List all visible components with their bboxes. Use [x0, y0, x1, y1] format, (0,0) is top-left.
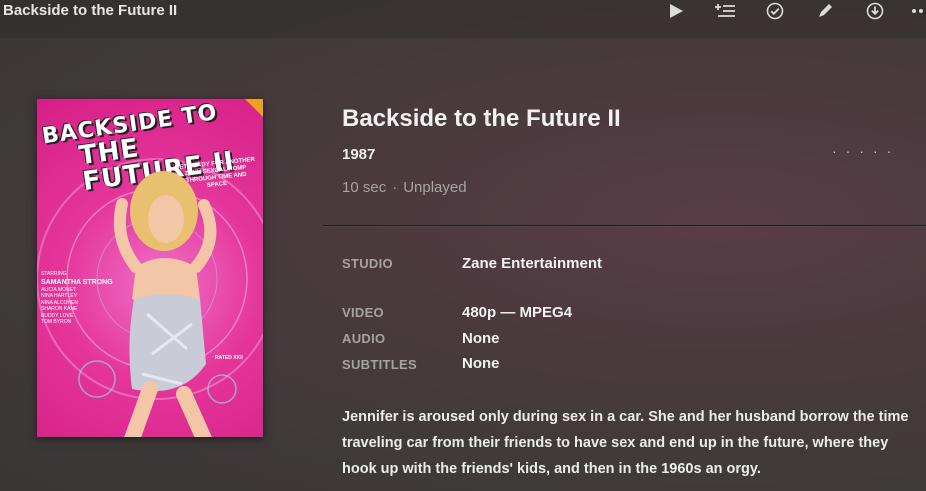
play-button[interactable] [662, 0, 690, 22]
audio-value: None [462, 330, 500, 347]
pencil-icon [819, 4, 832, 17]
mark-played-button[interactable] [761, 0, 789, 22]
download-circle-icon [866, 2, 884, 20]
download-button[interactable] [861, 0, 889, 22]
summary: Jennifer is aroused only during sex in a… [342, 409, 909, 477]
meta-separator: · [392, 179, 398, 196]
movie-title: Backside to the Future II [342, 105, 621, 132]
rating-dots[interactable]: ····· [832, 143, 900, 159]
poster-rating: RATED XXX [215, 355, 244, 361]
check-circle-icon [766, 2, 784, 20]
add-to-queue-button[interactable] [711, 0, 739, 22]
subtitles-value: None [462, 355, 500, 372]
video-value: 480p — MPEG4 [462, 304, 573, 321]
audio-label: AUDIO [342, 331, 386, 346]
video-label: VIDEO [342, 305, 384, 320]
more-dots-icon [912, 9, 923, 13]
play-status: Unplayed [403, 179, 467, 196]
duration: 10 sec [342, 179, 387, 196]
poster-star: SAMANTHA STRONG [41, 278, 113, 286]
more-button[interactable] [908, 0, 926, 22]
page-title: Backside to the Future II [3, 2, 178, 19]
poster-cast: STARRING SAMANTHA STRONG ALICIA MONET NI… [41, 271, 131, 326]
poster-image[interactable]: BACKSIDE TO THE FUTURE II GET READY FOR … [37, 99, 263, 437]
play-icon [670, 4, 683, 18]
poster-cast-member: TOM BYRON [41, 319, 72, 326]
top-bar: Backside to the Future II [0, 0, 926, 38]
studio-label: STUDIO [342, 256, 393, 271]
divider [322, 225, 926, 226]
poster-corner-badge [245, 99, 263, 117]
studio-value[interactable]: Zane Entertainment [462, 255, 602, 272]
add-to-list-icon [715, 4, 735, 17]
movie-meta: 10 sec · Unplayed [342, 179, 467, 196]
movie-year: 1987 [342, 146, 376, 163]
subtitles-label: SUBTITLES [342, 357, 417, 372]
edit-button[interactable] [811, 0, 839, 22]
